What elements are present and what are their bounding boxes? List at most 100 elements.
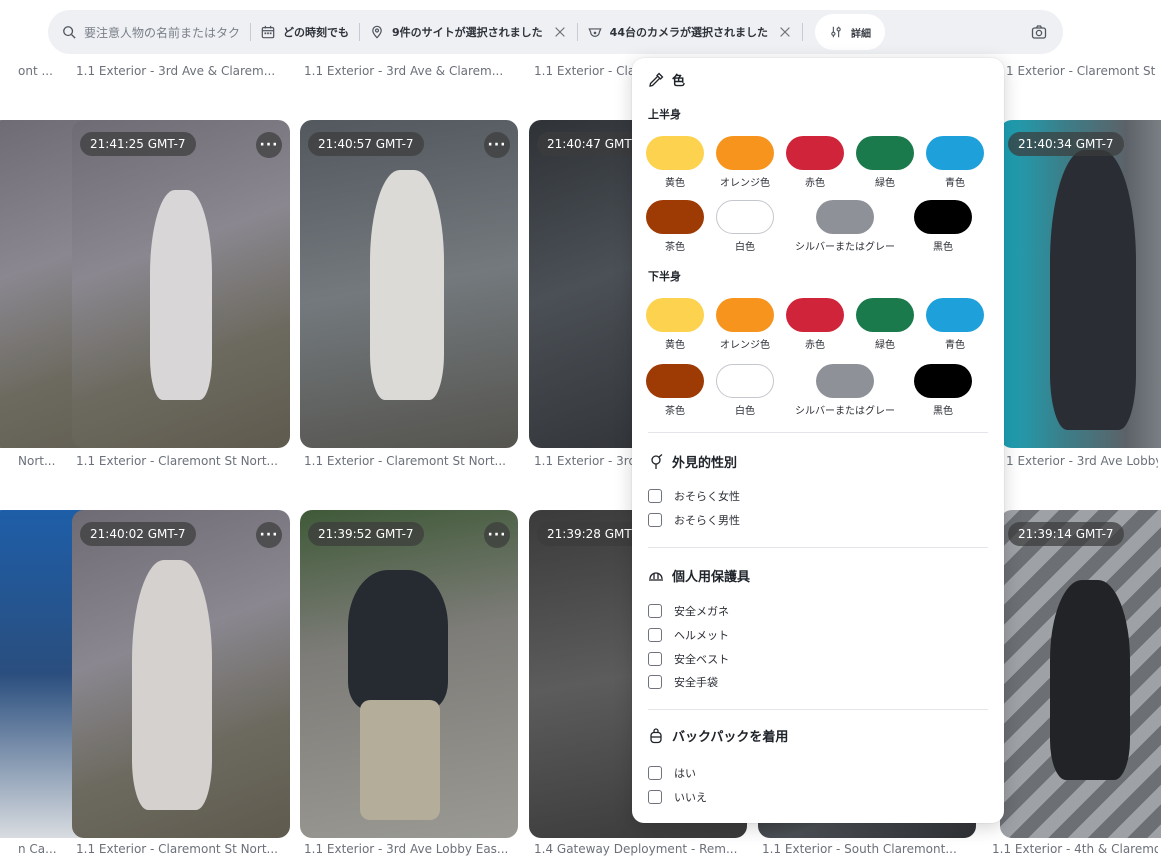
detection-thumbnail[interactable]: 21:40:57 GMT-7 ···: [300, 120, 518, 448]
color-swatch-yellow-lower[interactable]: [646, 298, 704, 332]
color-swatch-orange-lower[interactable]: [716, 298, 774, 332]
color-label: 白色: [735, 242, 755, 253]
person-legs: [360, 700, 440, 820]
timestamp-badge: 21:39:28 GMT: [537, 522, 642, 546]
checkbox[interactable]: [648, 766, 662, 780]
detection-thumbnail[interactable]: 21:40:34 GMT-7: [1000, 120, 1161, 448]
checkbox[interactable]: [648, 604, 662, 618]
color-swatch-blue-upper[interactable]: [926, 136, 984, 170]
checkbox-likely-male[interactable]: おそらく男性: [648, 512, 740, 528]
color-label: 黒色: [933, 406, 953, 417]
color-swatch-grey-upper[interactable]: [816, 200, 874, 234]
detection-thumbnail[interactable]: 21:39:52 GMT-7 ···: [300, 510, 518, 838]
site-filter-label: 9件のサイトが選択されました: [392, 26, 543, 39]
more-options-button[interactable]: ···: [484, 132, 510, 158]
timestamp-badge: 21:41:25 GMT-7: [80, 132, 196, 156]
hard-hat-icon: [648, 568, 664, 584]
detection-thumbnail[interactable]: 21:40:02 GMT-7 ···: [72, 510, 290, 838]
checkbox[interactable]: [648, 489, 662, 503]
more-options-button[interactable]: ···: [256, 522, 282, 548]
color-swatch-white-lower[interactable]: [716, 364, 774, 398]
detection-thumbnail[interactable]: 21:39:14 GMT-7: [1000, 510, 1161, 838]
timestamp-badge: 21:40:57 GMT-7: [308, 132, 424, 156]
checkbox[interactable]: [648, 513, 662, 527]
camera-caption: 1.1 Exterior - 4th & Claremo: [992, 842, 1158, 856]
camera-caption: 1 Exterior - Claremont St: [1006, 64, 1156, 78]
color-label: 黒色: [933, 242, 953, 253]
timestamp-badge: 21:40:34 GMT-7: [1008, 132, 1124, 156]
more-options-button[interactable]: ···: [256, 132, 282, 158]
search-field[interactable]: 要注意人物の名前またはタク: [62, 10, 240, 54]
gender-section-header: 外見的性別: [648, 452, 737, 471]
color-swatch-red-upper[interactable]: [786, 136, 844, 170]
person-torso: [348, 570, 448, 710]
checkbox-helmet[interactable]: ヘルメット: [648, 627, 729, 643]
divider: [359, 23, 361, 41]
camera-filter-label: 44台のカメラが選択されました: [609, 26, 768, 39]
color-swatch-orange-upper[interactable]: [716, 136, 774, 170]
timestamp-badge: 21:39:14 GMT-7: [1008, 522, 1124, 546]
checkbox-safety-vest[interactable]: 安全ベスト: [648, 651, 729, 667]
color-swatch-green-upper[interactable]: [856, 136, 914, 170]
checkbox-backpack-no[interactable]: いいえ: [648, 789, 707, 805]
color-swatch-black-lower[interactable]: [914, 364, 972, 398]
camera-filter[interactable]: 44台のカメラが選択されました: [588, 10, 792, 54]
color-label: 白色: [735, 406, 755, 417]
color-swatch-yellow-upper[interactable]: [646, 136, 704, 170]
color-label: シルバーまたはグレー: [795, 406, 895, 417]
time-filter[interactable]: どの時刻でも: [261, 10, 349, 54]
backpack-section-header: バックパックを着用: [648, 726, 788, 745]
person-silhouette: [150, 190, 212, 400]
timestamp-badge: 21:40:47 GMT: [537, 132, 642, 156]
checkbox-backpack-yes[interactable]: はい: [648, 765, 696, 781]
checkbox-label: おそらく男性: [674, 514, 740, 527]
upper-body-label: 上半身: [648, 108, 681, 121]
checkbox[interactable]: [648, 790, 662, 804]
camera-caption: Nort...: [18, 454, 56, 468]
color-swatch-white-upper[interactable]: [716, 200, 774, 234]
camera-caption: 1.1 Exterior - Claremont St Nort...: [76, 454, 278, 468]
attribute-filter-panel: 色 上半身 黄色 オレンジ色 赤色 緑色 青色 茶色 白色 シルバーまたはグレー…: [632, 58, 1004, 823]
color-swatch-brown-lower[interactable]: [646, 364, 704, 398]
checkbox-label: 安全ベスト: [674, 653, 730, 666]
sliders-icon: [829, 25, 843, 39]
close-icon[interactable]: [778, 25, 792, 39]
divider: [648, 709, 988, 710]
image-search-button[interactable]: [1016, 16, 1062, 48]
camera-caption: 1.1 Exterior - 3rd Ave Lobby Eas...: [304, 842, 509, 856]
more-options-button[interactable]: ···: [484, 522, 510, 548]
divider: [648, 432, 988, 433]
checkbox-likely-female[interactable]: おそらく女性: [648, 488, 740, 504]
search-input[interactable]: 要注意人物の名前またはタク: [84, 24, 240, 41]
gender-icon: [648, 453, 664, 470]
site-filter[interactable]: 9件のサイトが選択されました: [370, 10, 567, 54]
search-icon: [62, 25, 76, 39]
color-swatch-grey-lower[interactable]: [816, 364, 874, 398]
checkbox-label: ヘルメット: [674, 629, 729, 642]
camera-caption: 1.1 Exterior - Claremont St Nort...: [304, 454, 506, 468]
lower-body-label: 下半身: [648, 270, 681, 283]
close-icon[interactable]: [553, 25, 567, 39]
checkbox-label: いいえ: [674, 791, 707, 804]
divider: [801, 23, 803, 41]
camera-caption: 1 Exterior - 3rd Ave Lobby: [1006, 454, 1158, 468]
person-silhouette: [1050, 580, 1130, 780]
color-swatch-black-upper[interactable]: [914, 200, 972, 234]
camera-icon: [1031, 24, 1047, 40]
color-label: 青色: [945, 178, 965, 189]
checkbox[interactable]: [648, 675, 662, 689]
checkbox-safety-glasses[interactable]: 安全メガネ: [648, 603, 729, 619]
color-swatch-blue-lower[interactable]: [926, 298, 984, 332]
checkbox[interactable]: [648, 652, 662, 666]
timestamp-badge: 21:40:02 GMT-7: [80, 522, 196, 546]
dome-camera-icon: [588, 25, 602, 39]
color-swatch-red-lower[interactable]: [786, 298, 844, 332]
color-swatch-green-lower[interactable]: [856, 298, 914, 332]
detection-thumbnail[interactable]: 21:41:25 GMT-7 ···: [72, 120, 290, 448]
camera-caption: 1.1 Exterior - Claremont St Nort...: [76, 842, 278, 856]
color-swatch-brown-upper[interactable]: [646, 200, 704, 234]
checkbox-safety-gloves[interactable]: 安全手袋: [648, 674, 718, 690]
checkbox[interactable]: [648, 628, 662, 642]
divider: [648, 547, 988, 548]
details-button[interactable]: 詳細: [814, 14, 885, 50]
